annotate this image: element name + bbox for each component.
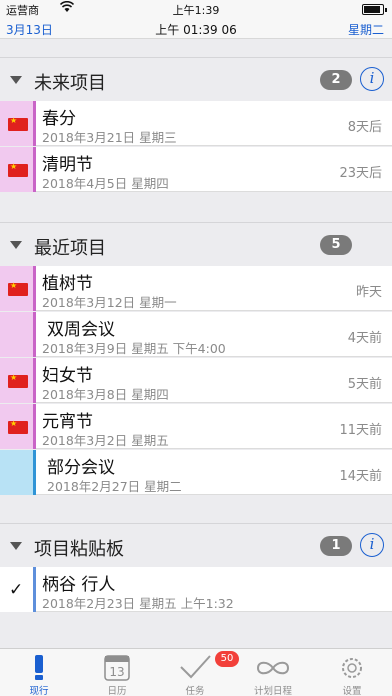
- item-title: 清明节: [42, 155, 93, 175]
- list-item[interactable]: 双周会议 2018年3月9日 星期五 下午4:00 4天前: [0, 312, 392, 357]
- list-item[interactable]: 植树节 2018年3月12日 星期一 昨天: [0, 266, 392, 311]
- china-flag-icon: [8, 281, 28, 296]
- tab-settings[interactable]: 设置: [312, 649, 392, 696]
- info-icon[interactable]: i: [360, 533, 384, 557]
- item-title: 柄谷 行人: [42, 575, 116, 595]
- tab-label: 任务: [185, 686, 205, 696]
- collapse-triangle-icon[interactable]: [10, 241, 22, 249]
- item-relative-time: 5天前: [347, 377, 382, 392]
- item-relative-time: 14天前: [339, 469, 382, 484]
- list-item[interactable]: 妇女节 2018年3月8日 星期四 5天前: [0, 358, 392, 403]
- calendar-color-strip: [0, 404, 36, 449]
- list-item[interactable]: 元宵节 2018年3月2日 星期五 11天前: [0, 404, 392, 449]
- calendar-color-strip: [0, 450, 36, 495]
- item-date: 2018年2月27日 星期二: [47, 479, 182, 494]
- date-bar: 3月13日 上午 01:39 06 星期二: [0, 18, 392, 39]
- tab-current[interactable]: 现行: [0, 649, 78, 696]
- collapse-triangle-icon[interactable]: [10, 76, 22, 84]
- list-item[interactable]: 清明节 2018年4月5日 星期四 23天后: [0, 147, 392, 192]
- item-title: 春分: [42, 109, 76, 129]
- item-date: 2018年3月21日 星期三: [42, 130, 177, 145]
- tab-label: 日历: [107, 686, 127, 696]
- item-date: 2018年3月8日 星期四: [42, 387, 169, 402]
- calendar-day-number: 13: [109, 665, 124, 679]
- calendar-color-strip: [0, 147, 36, 192]
- info-icon[interactable]: i: [360, 67, 384, 91]
- infinity-icon: [256, 661, 290, 675]
- item-relative-time: 4天前: [347, 331, 382, 346]
- item-title: 双周会议: [47, 320, 115, 340]
- tab-calendar[interactable]: 13 日历: [78, 649, 156, 696]
- schedule-badge: 50: [215, 651, 239, 667]
- china-flag-icon: [8, 116, 28, 131]
- section-title: 未来项目: [34, 73, 106, 94]
- item-date: 2018年4月5日 星期四: [42, 176, 169, 191]
- item-date: 2018年3月9日 星期五 下午4:00: [42, 341, 226, 356]
- calendar-color-strip: ✓: [0, 567, 36, 612]
- section-title: 项目粘贴板: [34, 539, 124, 560]
- tab-schedule[interactable]: 计划日程: [234, 649, 312, 696]
- status-bar: 运营商 上午1:39: [0, 0, 392, 18]
- item-relative-time: 昨天: [355, 285, 382, 300]
- calendar-color-strip: [0, 312, 36, 357]
- battery-icon: [362, 4, 387, 15]
- china-flag-icon: [8, 162, 28, 177]
- item-date: 2018年2月23日 星期五 上午1:32: [42, 596, 234, 611]
- section-title: 最近项目: [34, 238, 106, 259]
- section-header-clipboard[interactable]: 项目粘贴板 1 i: [0, 523, 392, 567]
- tab-bar: 现行 13 日历 任务 计划日程 设置 50: [0, 648, 392, 696]
- item-date: 2018年3月12日 星期一: [42, 295, 177, 310]
- calendar-color-strip: [0, 101, 36, 146]
- gear-icon: [342, 658, 362, 678]
- collapse-triangle-icon[interactable]: [10, 542, 22, 550]
- item-relative-time: 8天后: [347, 120, 382, 135]
- list-item[interactable]: 部分会议 2018年2月27日 星期二 14天前: [0, 450, 392, 495]
- item-relative-time: 23天后: [339, 166, 382, 181]
- item-date: 2018年3月2日 星期五: [42, 433, 169, 448]
- item-relative-time: 11天前: [339, 423, 382, 438]
- calendar-color-strip: [0, 266, 36, 311]
- tab-label: 计划日程: [253, 686, 292, 696]
- weekday-button[interactable]: 星期二: [348, 21, 384, 38]
- status-time: 上午1:39: [172, 4, 220, 17]
- list-item[interactable]: ✓ 柄谷 行人 2018年2月23日 星期五 上午1:32: [0, 567, 392, 612]
- section-header-recent[interactable]: 最近项目 5: [0, 222, 392, 266]
- count-badge: 5: [320, 235, 352, 255]
- calendar-icon: 13: [104, 655, 130, 681]
- item-title: 妇女节: [42, 366, 93, 386]
- item-title: 植树节: [42, 274, 93, 294]
- count-badge: 2: [320, 70, 352, 90]
- china-flag-icon: [8, 419, 28, 434]
- exclamation-icon: [35, 655, 43, 680]
- item-title: 元宵节: [42, 412, 93, 432]
- tab-label: 现行: [29, 686, 49, 696]
- section-header-upcoming[interactable]: 未来项目 2 i: [0, 57, 392, 101]
- checkmark-icon[interactable]: ✓: [9, 580, 23, 600]
- tab-label: 设置: [342, 686, 362, 696]
- list-item[interactable]: 春分 2018年3月21日 星期三 8天后: [0, 101, 392, 146]
- china-flag-icon: [8, 373, 28, 388]
- current-time: 上午 01:39 06: [155, 23, 237, 37]
- item-title: 部分会议: [47, 458, 115, 478]
- calendar-color-strip: [0, 358, 36, 403]
- count-badge: 1: [320, 536, 352, 556]
